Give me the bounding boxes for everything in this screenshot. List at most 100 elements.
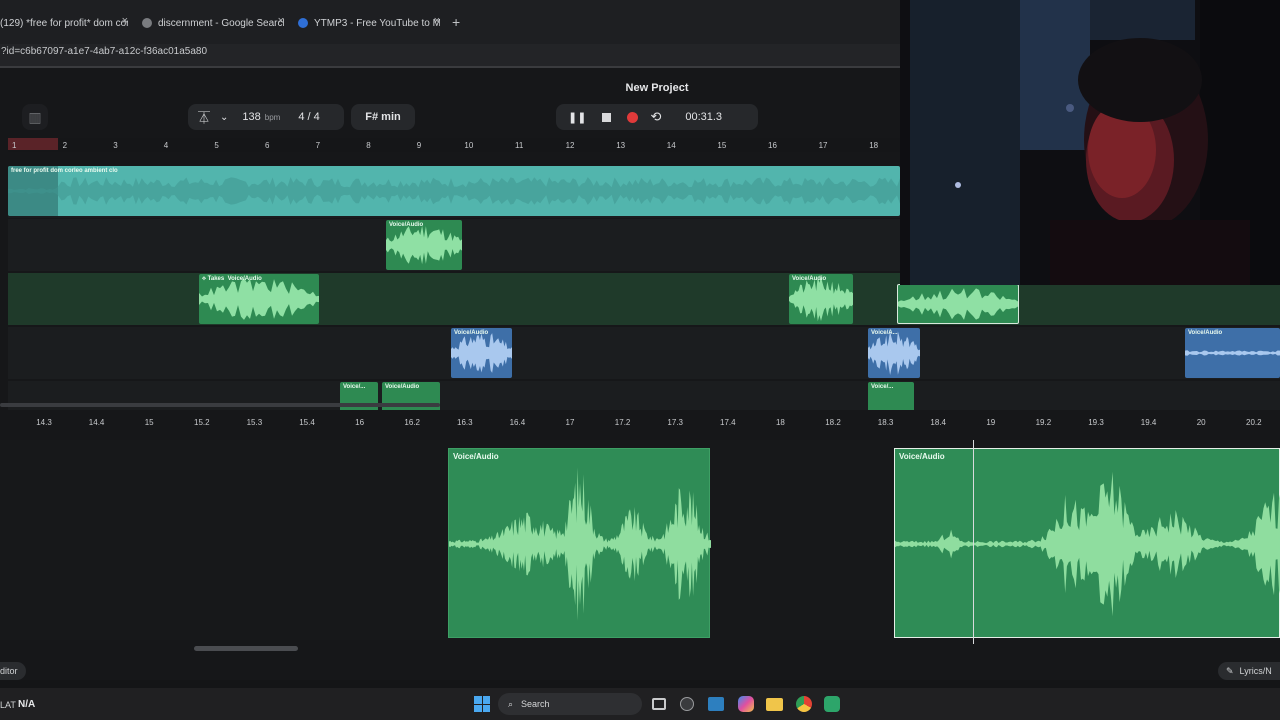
takes-label: Takes (207, 276, 225, 282)
close-icon[interactable]: × (434, 15, 440, 27)
editor-ruler-label: 20 (1196, 418, 1206, 427)
audio-clip[interactable]: Voice/Audio (1185, 328, 1280, 378)
editor-ruler-label: 18.2 (825, 418, 841, 427)
editor-ruler-label: 19 (986, 418, 996, 427)
clip-name: Voice/Audio (227, 276, 262, 282)
tab-title: discernment - Google Search (158, 17, 284, 29)
editor-tab-label: ditor (0, 666, 18, 676)
mixer-button[interactable]: ▥ (22, 104, 48, 130)
ruler-bar-label: 14 (666, 141, 676, 150)
waveform-shape (449, 467, 711, 621)
app-icon[interactable] (824, 696, 840, 712)
audio-clip[interactable]: Voice/... (868, 382, 914, 410)
audio-clip-takes[interactable]: ⟡ Takes Voice/Audio (199, 274, 319, 324)
editor-tab[interactable]: ditor (0, 662, 26, 680)
file-explorer-icon[interactable] (766, 698, 783, 711)
editor-ruler-label: 17.3 (667, 418, 683, 427)
editor-ruler-label: 17.4 (720, 418, 736, 427)
editor-ruler-label: 19.3 (1088, 418, 1104, 427)
ruler-bar-label: 7 (315, 141, 321, 150)
ruler-bar-label: 5 (214, 141, 219, 150)
tempo-value[interactable]: 138 (242, 111, 260, 123)
chevron-down-icon[interactable]: ⌄ (220, 112, 228, 123)
stop-icon[interactable] (602, 112, 612, 122)
clip-label: Voice/Audio (1188, 330, 1223, 336)
lat-label: LAT (0, 700, 16, 710)
track-vocal-2: Voice/Audio Voice/A... Voice/Audio (8, 327, 1280, 379)
loop-icon[interactable]: ⟲ (650, 109, 661, 125)
clip-label: Voice/Audio (792, 276, 827, 282)
time-display: 00:31.3 (685, 111, 723, 123)
ruler-bar-label: 1 (12, 141, 17, 150)
ruler-bar-label: 10 (464, 141, 474, 150)
clip-label: Voice/Audio (899, 452, 945, 461)
clip-label: free for profit dom corleo ambient clo (11, 168, 118, 174)
ruler-bar-label: 4 (163, 141, 169, 150)
waveform (898, 288, 1018, 320)
waveform-shape (898, 288, 1018, 320)
browser-tab[interactable]: YTMP3 - Free YouTube to MP3 × (298, 12, 440, 34)
audio-clip[interactable]: Voice/A... (868, 328, 920, 378)
pencil-icon: ✎ (1226, 665, 1234, 676)
ruler-bar-label: 6 (265, 141, 270, 150)
google-favicon-icon (142, 18, 152, 28)
editor-ruler[interactable]: 14.3 14.4 15 15.2 15.3 15.4 16 16.2 16.3 16.4 17 17… (0, 412, 1280, 432)
editor-ruler-label: 15.3 (246, 418, 263, 427)
time-signature[interactable]: 4 / 4 (298, 111, 319, 123)
audio-clip-selected[interactable] (897, 284, 1019, 324)
waveform-shape (199, 278, 319, 320)
waveform-shape (8, 177, 900, 205)
tab-title: (129) *free for profit* dom corle (0, 17, 128, 29)
windows-start-icon[interactable] (474, 696, 490, 712)
editor-ruler-label: 15.2 (194, 418, 210, 427)
metronome-tempo-group[interactable]: ⏄ ⌄ 138 bpm 4 / 4 (188, 104, 344, 130)
key-selector[interactable]: F# min (351, 104, 415, 130)
keyboard-icon: ▥ (28, 108, 42, 125)
address-bar[interactable]: ?id=c6b67097-a1e7-4ab7-a12c-f36ac01a5a80 (0, 44, 900, 66)
editor-ruler-label: 18.3 (877, 418, 894, 427)
editor-audio-clip[interactable]: Voice/Audio (448, 448, 711, 638)
audio-clip[interactable]: Voice/Audio (789, 274, 853, 324)
editor-scrollbar[interactable] (194, 646, 298, 651)
ruler-bar-label: 18 (869, 141, 879, 150)
waveform-shape (895, 471, 1280, 617)
chrome-icon[interactable] (796, 696, 812, 712)
waveform-shape (451, 333, 512, 373)
waveform-shape (386, 225, 462, 265)
editor-ruler-label: 16.2 (404, 418, 420, 427)
app-icon[interactable] (708, 697, 724, 711)
taskbar-search[interactable]: ⌕ Search (498, 693, 642, 715)
ruler-bar-label: 9 (416, 141, 422, 150)
task-view-icon[interactable] (652, 698, 666, 710)
editor-ruler-label: 14.4 (88, 418, 105, 427)
browser-tab[interactable]: discernment - Google Search × (142, 12, 284, 34)
waveform (8, 166, 900, 216)
editor-ruler-label: 20.2 (1246, 418, 1262, 427)
app-icon[interactable] (680, 697, 694, 711)
record-icon[interactable] (627, 111, 639, 123)
clip-label: ⟡ Takes Voice/Audio (202, 276, 262, 282)
audio-clip[interactable]: Voice/Audio (386, 220, 462, 270)
clip-label: Voice/Audio (454, 330, 489, 336)
browser-tab[interactable]: (129) *free for profit* dom corle × (0, 12, 128, 34)
new-tab-button[interactable]: + (452, 14, 460, 30)
editor-ruler-label: 17.2 (614, 418, 631, 427)
editor-audio-clip-selected[interactable]: Voice/Audio (894, 448, 1280, 638)
close-icon[interactable]: × (278, 15, 284, 27)
audio-clip[interactable]: Voice/Audio (451, 328, 512, 378)
playhead[interactable] (973, 440, 974, 644)
search-icon: ⌕ (508, 698, 514, 709)
editor-ruler-label: 16.4 (509, 418, 526, 427)
editor-ruler-label: 14.3 (36, 418, 52, 427)
lyrics-tab[interactable]: ✎ Lyrics/N (1218, 662, 1280, 680)
pause-icon[interactable]: ❚❚ (568, 111, 586, 124)
ruler-bar-label: 2 (62, 141, 68, 150)
metronome-icon[interactable]: ⏄ (198, 109, 210, 126)
editor-ruler-label: 19.4 (1140, 418, 1157, 427)
copilot-icon[interactable] (738, 696, 754, 712)
editor-ruler-label: 18.4 (930, 418, 946, 427)
timeline-ruler[interactable] (8, 138, 900, 152)
beat-clip[interactable]: free for profit dom corleo ambient clo (8, 166, 900, 216)
horizontal-scrollbar[interactable] (0, 403, 440, 407)
close-icon[interactable]: × (122, 15, 128, 27)
